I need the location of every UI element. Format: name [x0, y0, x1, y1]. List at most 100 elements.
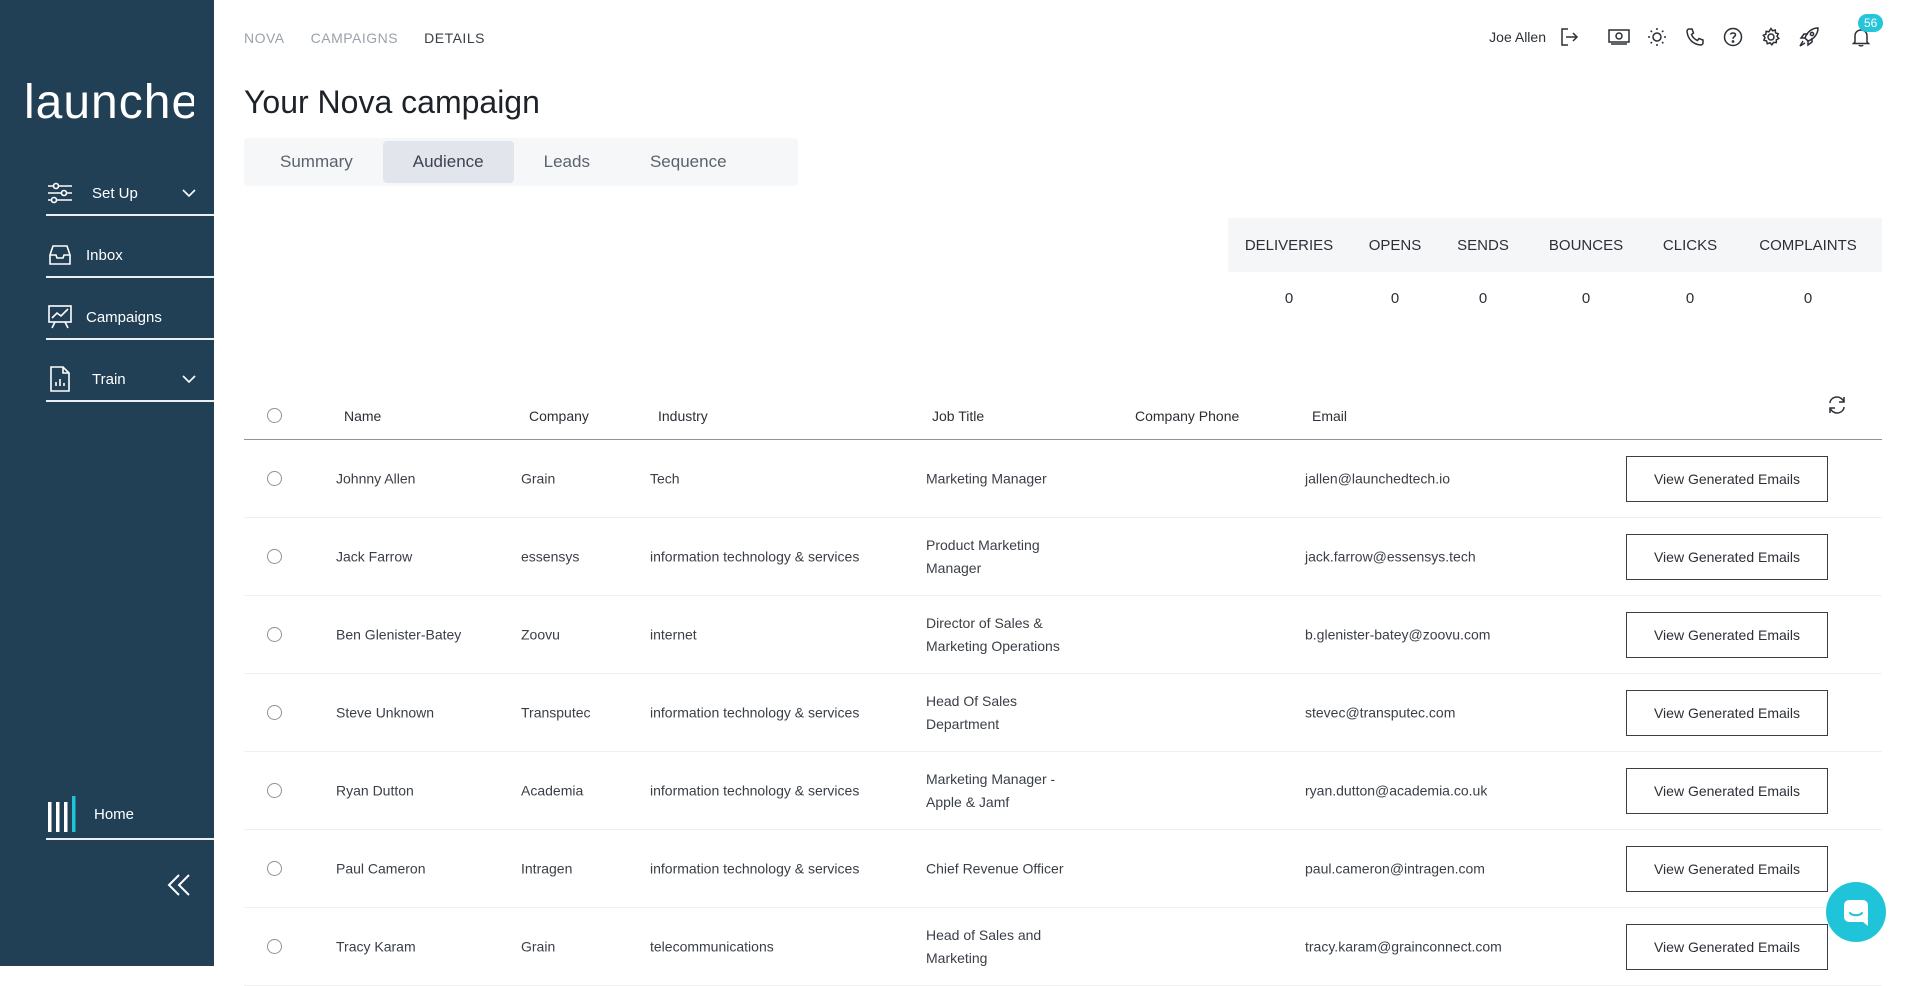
- stat-header-deliveries: DELIVERIES: [1244, 236, 1334, 254]
- cell-job-title: Head of Sales and Marketing: [926, 926, 1042, 966]
- rocket-icon[interactable]: [1798, 26, 1820, 48]
- inbox-icon: [46, 241, 74, 269]
- row-select-radio[interactable]: [267, 861, 282, 876]
- money-icon[interactable]: [1608, 26, 1630, 48]
- cell-company: Grain: [521, 470, 556, 486]
- cell-email: paul.cameron@intragen.com: [1305, 860, 1485, 876]
- view-generated-emails-button[interactable]: View Generated Emails: [1626, 923, 1828, 970]
- row-select-radio[interactable]: [267, 939, 282, 954]
- tab-leads[interactable]: Leads: [514, 141, 620, 183]
- sidebar-item-inbox[interactable]: Inbox: [46, 234, 214, 278]
- home-bars-icon: [46, 794, 80, 834]
- sidebar-item-home[interactable]: Home: [46, 790, 214, 840]
- stat-value-complaints: 0: [1803, 289, 1813, 307]
- cell-email: b.glenister-batey@zoovu.com: [1305, 626, 1491, 642]
- col-company[interactable]: Company: [529, 408, 589, 424]
- stat-value-clicks: 0: [1685, 289, 1695, 307]
- table-row[interactable]: Johnny Allen Grain Tech Marketing Manage…: [244, 440, 1882, 518]
- chevron-down-icon[interactable]: [180, 370, 198, 388]
- stat-header-bounces: BOUNCES: [1548, 236, 1624, 254]
- sidebar-item-label: Inbox: [86, 246, 123, 264]
- stat-header-opens: OPENS: [1368, 236, 1422, 254]
- row-select-radio[interactable]: [267, 627, 282, 642]
- view-generated-emails-button[interactable]: View Generated Emails: [1626, 767, 1828, 814]
- sidebar-item-label: Home: [94, 805, 135, 823]
- table-row[interactable]: Ryan Dutton Academia information technol…: [244, 752, 1882, 830]
- cell-name: Ben Glenister-Batey: [336, 626, 462, 642]
- row-select-radio[interactable]: [267, 783, 282, 798]
- table-row[interactable]: Paul Cameron Intragen information techno…: [244, 830, 1882, 908]
- row-select-radio[interactable]: [267, 705, 282, 720]
- sidebar-item-train[interactable]: Train: [46, 358, 214, 402]
- notifications-button[interactable]: 56: [1850, 14, 1884, 48]
- sidebar-item-set-up[interactable]: Set Up: [46, 172, 214, 216]
- audience-table: Name Company Industry Job Title Company …: [244, 390, 1882, 986]
- cell-job-title: Marketing Manager - Apple & Jamf: [926, 770, 1056, 810]
- cell-industry: telecommunications: [650, 938, 774, 954]
- cell-job-title: Director of Sales & Marketing Operations: [926, 614, 1060, 654]
- breadcrumb: NOVA CAMPAIGNS DETAILS: [244, 30, 485, 46]
- breadcrumb-campaigns[interactable]: CAMPAIGNS: [311, 30, 398, 46]
- cell-email: jack.farrow@essensys.tech: [1305, 548, 1476, 564]
- top-bar: Joe Allen 56: [1489, 14, 1884, 48]
- cell-email: ryan.dutton@academia.co.uk: [1305, 782, 1488, 798]
- sidebar-item-campaigns[interactable]: Campaigns: [46, 296, 214, 340]
- cell-name: Steve Unknown: [336, 704, 435, 720]
- tab-audience[interactable]: Audience: [382, 141, 514, 183]
- cell-industry: information technology & services: [650, 860, 860, 876]
- breadcrumb-details: DETAILS: [424, 30, 485, 46]
- table-row[interactable]: Tracy Karam Grain telecommunications Hea…: [244, 908, 1882, 986]
- col-company-phone[interactable]: Company Phone: [1135, 408, 1239, 424]
- sun-icon[interactable]: [1646, 26, 1668, 48]
- table-row[interactable]: Jack Farrow essensys information technol…: [244, 518, 1882, 596]
- cell-name: Jack Farrow: [336, 548, 413, 564]
- view-generated-emails-button[interactable]: View Generated Emails: [1626, 455, 1828, 502]
- col-name[interactable]: Name: [344, 408, 381, 424]
- cell-company: Zoovu: [521, 626, 560, 642]
- sidebar-item-label: Campaigns: [86, 308, 162, 326]
- view-generated-emails-button[interactable]: View Generated Emails: [1626, 689, 1828, 736]
- tab-sequence[interactable]: Sequence: [620, 141, 757, 183]
- cell-job-title: Marketing Manager: [926, 470, 1047, 486]
- collapse-sidebar-icon[interactable]: [166, 872, 192, 898]
- cell-email: stevec@transputec.com: [1305, 704, 1456, 720]
- table-row[interactable]: Steve Unknown Transputec information tec…: [244, 674, 1882, 752]
- gear-icon[interactable]: [1760, 26, 1782, 48]
- cell-industry: information technology & services: [650, 548, 860, 564]
- row-select-radio[interactable]: [267, 549, 282, 564]
- cell-industry: information technology & services: [650, 704, 860, 720]
- user-name[interactable]: Joe Allen: [1489, 29, 1546, 45]
- cell-job-title: Head Of Sales Department: [926, 692, 1018, 732]
- cell-job-title: Chief Revenue Officer: [926, 860, 1064, 876]
- launched-logo[interactable]: launched: [24, 36, 194, 122]
- stat-value-bounces: 0: [1581, 289, 1591, 307]
- stat-header-complaints: COMPLAINTS: [1759, 236, 1857, 254]
- row-select-radio[interactable]: [267, 471, 282, 486]
- sliders-icon: [46, 179, 74, 207]
- select-all-radio[interactable]: [267, 408, 282, 423]
- view-generated-emails-button[interactable]: View Generated Emails: [1626, 611, 1828, 658]
- cell-company: Intragen: [521, 860, 573, 876]
- col-email[interactable]: Email: [1312, 408, 1347, 424]
- col-industry[interactable]: Industry: [658, 408, 708, 424]
- cell-industry: internet: [650, 626, 697, 642]
- logout-icon[interactable]: [1558, 26, 1580, 48]
- cell-industry: information technology & services: [650, 782, 860, 798]
- help-icon[interactable]: [1722, 26, 1744, 48]
- stat-header-clicks: CLICKS: [1662, 236, 1718, 254]
- table-row[interactable]: Ben Glenister-Batey Zoovu internet Direc…: [244, 596, 1882, 674]
- chat-icon: [1844, 900, 1868, 926]
- campaign-stats: DELIVERIES OPENS SENDS BOUNCES CLICKS CO…: [1228, 218, 1882, 324]
- cell-company: essensys: [521, 548, 580, 564]
- refresh-icon[interactable]: [1826, 394, 1848, 416]
- view-generated-emails-button[interactable]: View Generated Emails: [1626, 533, 1828, 580]
- breadcrumb-nova[interactable]: NOVA: [244, 30, 285, 46]
- chevron-down-icon[interactable]: [180, 184, 198, 202]
- phone-icon[interactable]: [1684, 26, 1706, 48]
- chat-launcher-button[interactable]: [1826, 882, 1886, 942]
- col-job-title[interactable]: Job Title: [932, 408, 984, 424]
- view-generated-emails-button[interactable]: View Generated Emails: [1626, 845, 1828, 892]
- document-chart-icon: [46, 365, 74, 393]
- tab-summary[interactable]: Summary: [250, 141, 383, 183]
- stat-value-deliveries: 0: [1284, 289, 1294, 307]
